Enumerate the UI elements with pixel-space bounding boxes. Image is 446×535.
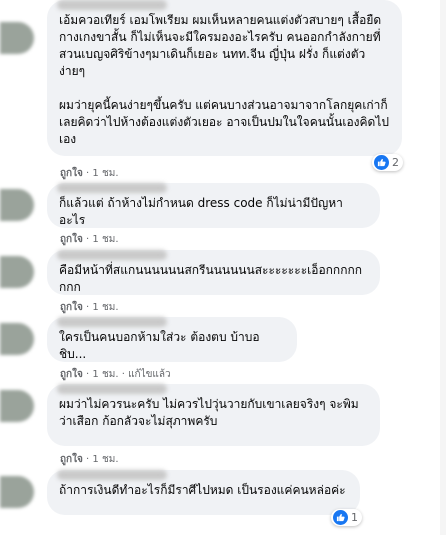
author-name-redacted	[57, 0, 167, 10]
timestamp[interactable]: 1 ชม.	[92, 234, 118, 245]
avatar[interactable]	[0, 189, 34, 221]
like-link[interactable]: ถูกใจ	[60, 369, 83, 380]
comment-bubble: เอ้มควอเทียร์ เอมโพเรียม ผมเห็นหลายคนแต่…	[47, 0, 402, 156]
reaction-count-value: 2	[392, 156, 399, 169]
reaction-count[interactable]: 1	[331, 509, 362, 526]
thumbs-up-icon	[374, 155, 389, 170]
edited-label[interactable]: แก้ไขแล้ว	[128, 369, 171, 380]
comment-meta: ถูกใจ · 1 ชม.	[60, 166, 119, 181]
author-name-redacted	[57, 317, 167, 327]
avatar[interactable]	[0, 256, 34, 288]
comment-text: ผมว่าไม่ควรนะครับ ไม่ควรไปวุ่นวายกับเขาเ…	[59, 397, 359, 428]
comment-thread: เอ้มควอเทียร์ เอมโพเรียม ผมเห็นหลายคนแต่…	[0, 0, 446, 535]
timestamp[interactable]: 1 ชม.	[92, 369, 118, 380]
comment-bubble: ผมว่าไม่ควรนะครับ ไม่ควรไปวุ่นวายกับเขาเ…	[47, 384, 380, 446]
comment-bubble: ถ้าการเงินดีทำอะไรก็มีราศีไปหมด เป็นรองแ…	[47, 470, 360, 515]
comment-bubble: คือมีหน้าที่สแกนนนนนนสกรีนนนนนนสะะะะะะะเ…	[47, 250, 380, 295]
comment-meta: ถูกใจ · 1 ชม.	[60, 452, 119, 467]
timestamp[interactable]: 1 ชม.	[92, 302, 118, 313]
author-name-redacted	[57, 183, 167, 193]
avatar[interactable]	[0, 390, 34, 422]
comment-bubble: ใครเป็นคนบอกห้ามใส่วะ ต้องตบ บ้าบอชิบ...	[47, 317, 297, 362]
reaction-count-value: 1	[351, 511, 358, 524]
like-link[interactable]: ถูกใจ	[60, 302, 83, 313]
comment-text: เอ้มควอเทียร์ เอมโพเรียม ผมเห็นหลายคนแต่…	[59, 13, 389, 146]
comment-meta: ถูกใจ · 1 ชม.	[60, 232, 119, 247]
avatar[interactable]	[0, 476, 34, 508]
avatar[interactable]	[0, 323, 34, 355]
author-name-redacted	[57, 470, 167, 480]
comment-text: ใครเป็นคนบอกห้ามใส่วะ ต้องตบ บ้าบอชิบ...	[59, 330, 260, 361]
timestamp[interactable]: 1 ชม.	[92, 454, 118, 465]
comment-text: คือมีหน้าที่สแกนนนนนนสกรีนนนนนนสะะะะะะะเ…	[59, 263, 362, 294]
comment-meta: ถูกใจ · 1 ชม. · แก้ไขแล้ว	[60, 367, 171, 382]
author-name-redacted	[57, 250, 167, 260]
reaction-count[interactable]: 2	[372, 154, 403, 171]
timestamp[interactable]: 1 ชม.	[92, 168, 118, 179]
like-link[interactable]: ถูกใจ	[60, 168, 83, 179]
comment-text: ก็แล้วแต่ ถ้าห้างไม่กำหนด dress code ก็ไ…	[59, 196, 343, 227]
author-name-redacted	[57, 384, 167, 394]
like-link[interactable]: ถูกใจ	[60, 234, 83, 245]
comment-meta: ถูกใจ · 1 ชม.	[60, 300, 119, 315]
comment-bubble: ก็แล้วแต่ ถ้าห้างไม่กำหนด dress code ก็ไ…	[47, 183, 380, 228]
thumbs-up-icon	[333, 510, 348, 525]
scrollbar[interactable]	[440, 0, 446, 535]
comment-text: ถ้าการเงินดีทำอะไรก็มีราศีไปหมด เป็นรองแ…	[59, 483, 346, 497]
like-link[interactable]: ถูกใจ	[60, 454, 83, 465]
avatar[interactable]	[0, 22, 34, 54]
